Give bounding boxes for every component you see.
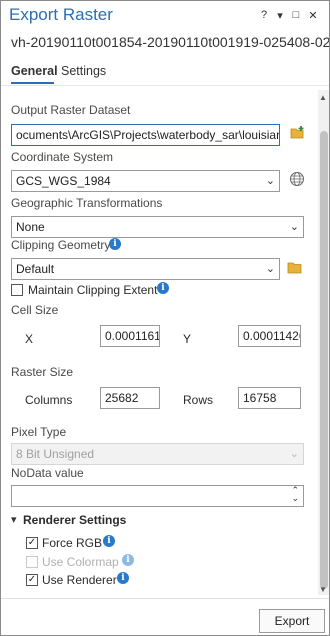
cell-size-x-label: X	[25, 332, 34, 346]
clipping-geometry-label: Clipping Geometry	[11, 238, 111, 252]
maintain-clipping-label: Maintain Clipping Extent	[28, 283, 158, 297]
export-raster-pane: Export Raster ? ▾ □ ✕ vh-20190110t001854…	[0, 0, 330, 636]
coordinate-system-label: Coordinate System	[11, 150, 114, 164]
folder-icon[interactable]	[287, 260, 303, 276]
maximize-button[interactable]: □	[290, 9, 302, 21]
use-renderer-checkbox[interactable]: ✓	[26, 574, 38, 586]
pane-title: Export Raster	[9, 5, 113, 24]
force-rgb-checkbox[interactable]: ✓	[26, 537, 38, 549]
raster-size-label: Raster Size	[11, 365, 74, 379]
use-colormap-checkbox	[26, 556, 38, 568]
output-raster-label: Output Raster Dataset	[11, 103, 131, 117]
chevron-down-icon: ⌄	[289, 448, 299, 460]
renderer-settings-header[interactable]: Renderer Settings	[23, 513, 126, 527]
use-renderer-label: Use Renderer	[42, 573, 117, 587]
chevron-down-icon: ⌄	[265, 175, 275, 187]
scroll-up-arrow-icon[interactable]: ▲	[319, 93, 327, 102]
geo-transformations-label: Geographic Transformations	[11, 196, 163, 210]
tool-subtitle: vh-20190110t001854-20190110t001919-02540…	[11, 34, 330, 50]
geo-transformations-select[interactable]: None ⌄	[11, 216, 304, 238]
info-icon[interactable]: i	[103, 535, 115, 547]
spin-down-icon[interactable]: ⌄	[291, 493, 299, 504]
clipping-geometry-value: Default	[16, 262, 55, 276]
use-colormap-label: Use Colormap	[42, 555, 119, 569]
info-icon[interactable]: i	[122, 554, 134, 566]
rows-value: 16758	[243, 391, 277, 405]
columns-input[interactable]: 25682	[100, 387, 160, 409]
info-icon[interactable]: i	[109, 238, 121, 250]
tab-settings[interactable]: Settings	[61, 64, 106, 78]
pane-options-button[interactable]: ▾	[274, 9, 286, 22]
rows-label: Rows	[183, 393, 214, 407]
pixel-type-select: 8 Bit Unsigned ⌄	[11, 443, 304, 465]
clipping-geometry-select[interactable]: Default ⌄	[11, 258, 280, 280]
cell-size-x-input[interactable]: 0.00011612	[100, 325, 160, 347]
cell-size-y-value: 0.00011426	[243, 329, 301, 343]
globe-icon[interactable]	[289, 171, 305, 187]
columns-label: Columns	[25, 393, 73, 407]
pixel-type-label: Pixel Type	[11, 425, 67, 439]
pixel-type-value: 8 Bit Unsigned	[16, 447, 95, 461]
cell-size-x-value: 0.00011612	[105, 329, 159, 343]
cell-size-y-label: Y	[183, 332, 192, 346]
rows-input[interactable]: 16758	[238, 387, 301, 409]
add-folder-icon[interactable]	[290, 125, 306, 141]
export-button[interactable]: Export	[259, 609, 325, 633]
scroll-down-arrow-icon[interactable]: ▼	[319, 585, 327, 594]
chevron-down-icon: ⌄	[289, 221, 299, 233]
tab-active-indicator	[11, 82, 54, 84]
coordinate-system-select[interactable]: GCS_WGS_1984 ⌄	[11, 170, 280, 192]
force-rgb-label: Force RGB	[42, 536, 103, 550]
tab-general[interactable]: General	[11, 64, 58, 78]
close-button[interactable]: ✕	[307, 9, 319, 22]
output-raster-value: ocuments\ArcGIS\Projects\waterbody_sar\l…	[16, 128, 280, 142]
help-button[interactable]: ?	[258, 9, 270, 21]
coordinate-system-value: GCS_WGS_1984	[16, 174, 111, 188]
tab-divider	[1, 85, 329, 86]
maintain-clipping-checkbox[interactable]	[11, 284, 23, 296]
nodata-label: NoData value	[11, 466, 84, 480]
cell-size-label: Cell Size	[11, 303, 59, 317]
collapse-icon[interactable]: ▾	[11, 513, 17, 526]
columns-value: 25682	[105, 391, 139, 405]
chevron-down-icon: ⌄	[265, 263, 275, 275]
info-icon[interactable]: i	[157, 282, 169, 294]
output-raster-input[interactable]: ocuments\ArcGIS\Projects\waterbody_sar\l…	[11, 124, 280, 146]
scrollbar-thumb[interactable]	[320, 131, 328, 589]
info-icon[interactable]: i	[117, 572, 129, 584]
nodata-input[interactable]: ⌃ ⌄	[11, 485, 304, 507]
footer-divider	[1, 598, 329, 599]
cell-size-y-input[interactable]: 0.00011426	[238, 325, 301, 347]
geo-transformations-value: None	[16, 220, 45, 234]
